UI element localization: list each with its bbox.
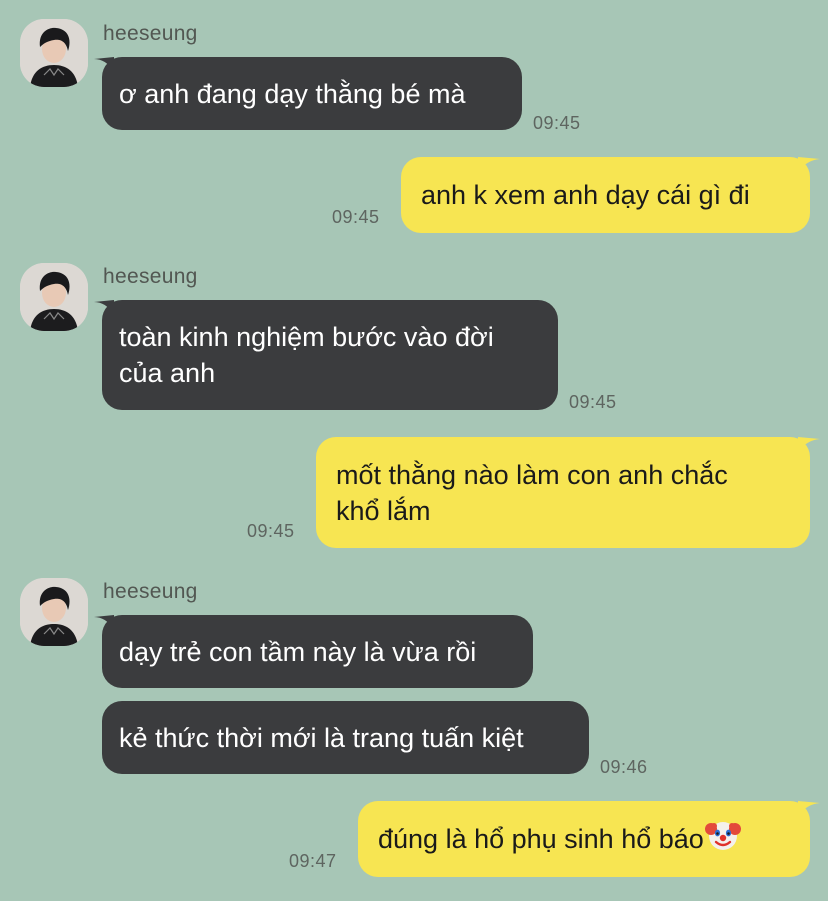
sender-name: heeseung: [103, 22, 198, 45]
avatar[interactable]: [20, 578, 88, 646]
message-text-line: toàn kinh nghiệm bước vào đời: [119, 322, 494, 352]
message-time: 09:47: [289, 851, 337, 871]
message-time: 09:45: [332, 207, 380, 227]
sender-name: heeseung: [103, 265, 198, 288]
message-time: 09:45: [247, 521, 295, 541]
bubble-tail-incoming: [94, 57, 114, 71]
message-text: đúng là hổ phụ sinh hổ báo: [378, 824, 704, 854]
bubble-tail-outgoing: [798, 801, 820, 817]
bubble-tail-incoming: [94, 300, 114, 314]
message-text: ơ anh đang dạy thằng bé mà: [119, 78, 466, 109]
message-time: 09:45: [533, 113, 581, 133]
avatar[interactable]: [20, 19, 88, 87]
message-text: dạy trẻ con tầm này là vừa rồi: [119, 636, 477, 667]
message-bubble-outgoing[interactable]: mốt thằng nào làm con anh chắc khổ lắm: [316, 437, 810, 548]
message-time: 09:46: [600, 757, 648, 777]
message-text-line: khổ lắm: [336, 495, 431, 526]
message-text-line: mốt thằng nào làm con anh chắc: [336, 459, 728, 490]
message-bubble-incoming[interactable]: ơ anh đang dạy thằng bé mà: [102, 57, 522, 130]
bubble-tail-incoming: [94, 615, 114, 629]
message-bubble-outgoing[interactable]: đúng là hổ phụ sinh hổ báo: [358, 801, 810, 877]
sender-name: heeseung: [103, 580, 198, 603]
message-text: anh k xem anh dạy cái gì đi: [421, 180, 750, 210]
message-text: kẻ thức thời mới là trang tuấn kiệt: [119, 722, 524, 753]
bubble-tail-outgoing: [798, 157, 820, 173]
clown-face-icon: [704, 817, 741, 862]
message-text-line: của anh: [119, 358, 216, 388]
message-bubble-incoming[interactable]: dạy trẻ con tầm này là vừa rồi: [102, 615, 533, 688]
avatar[interactable]: [20, 263, 88, 331]
bubble-tail-outgoing: [798, 437, 820, 453]
message-bubble-incoming[interactable]: toàn kinh nghiệm bước vào đời của anh: [102, 300, 558, 410]
message-time: 09:45: [569, 392, 617, 412]
message-bubble-incoming[interactable]: kẻ thức thời mới là trang tuấn kiệt: [102, 701, 589, 774]
message-bubble-outgoing[interactable]: anh k xem anh dạy cái gì đi: [401, 157, 810, 233]
